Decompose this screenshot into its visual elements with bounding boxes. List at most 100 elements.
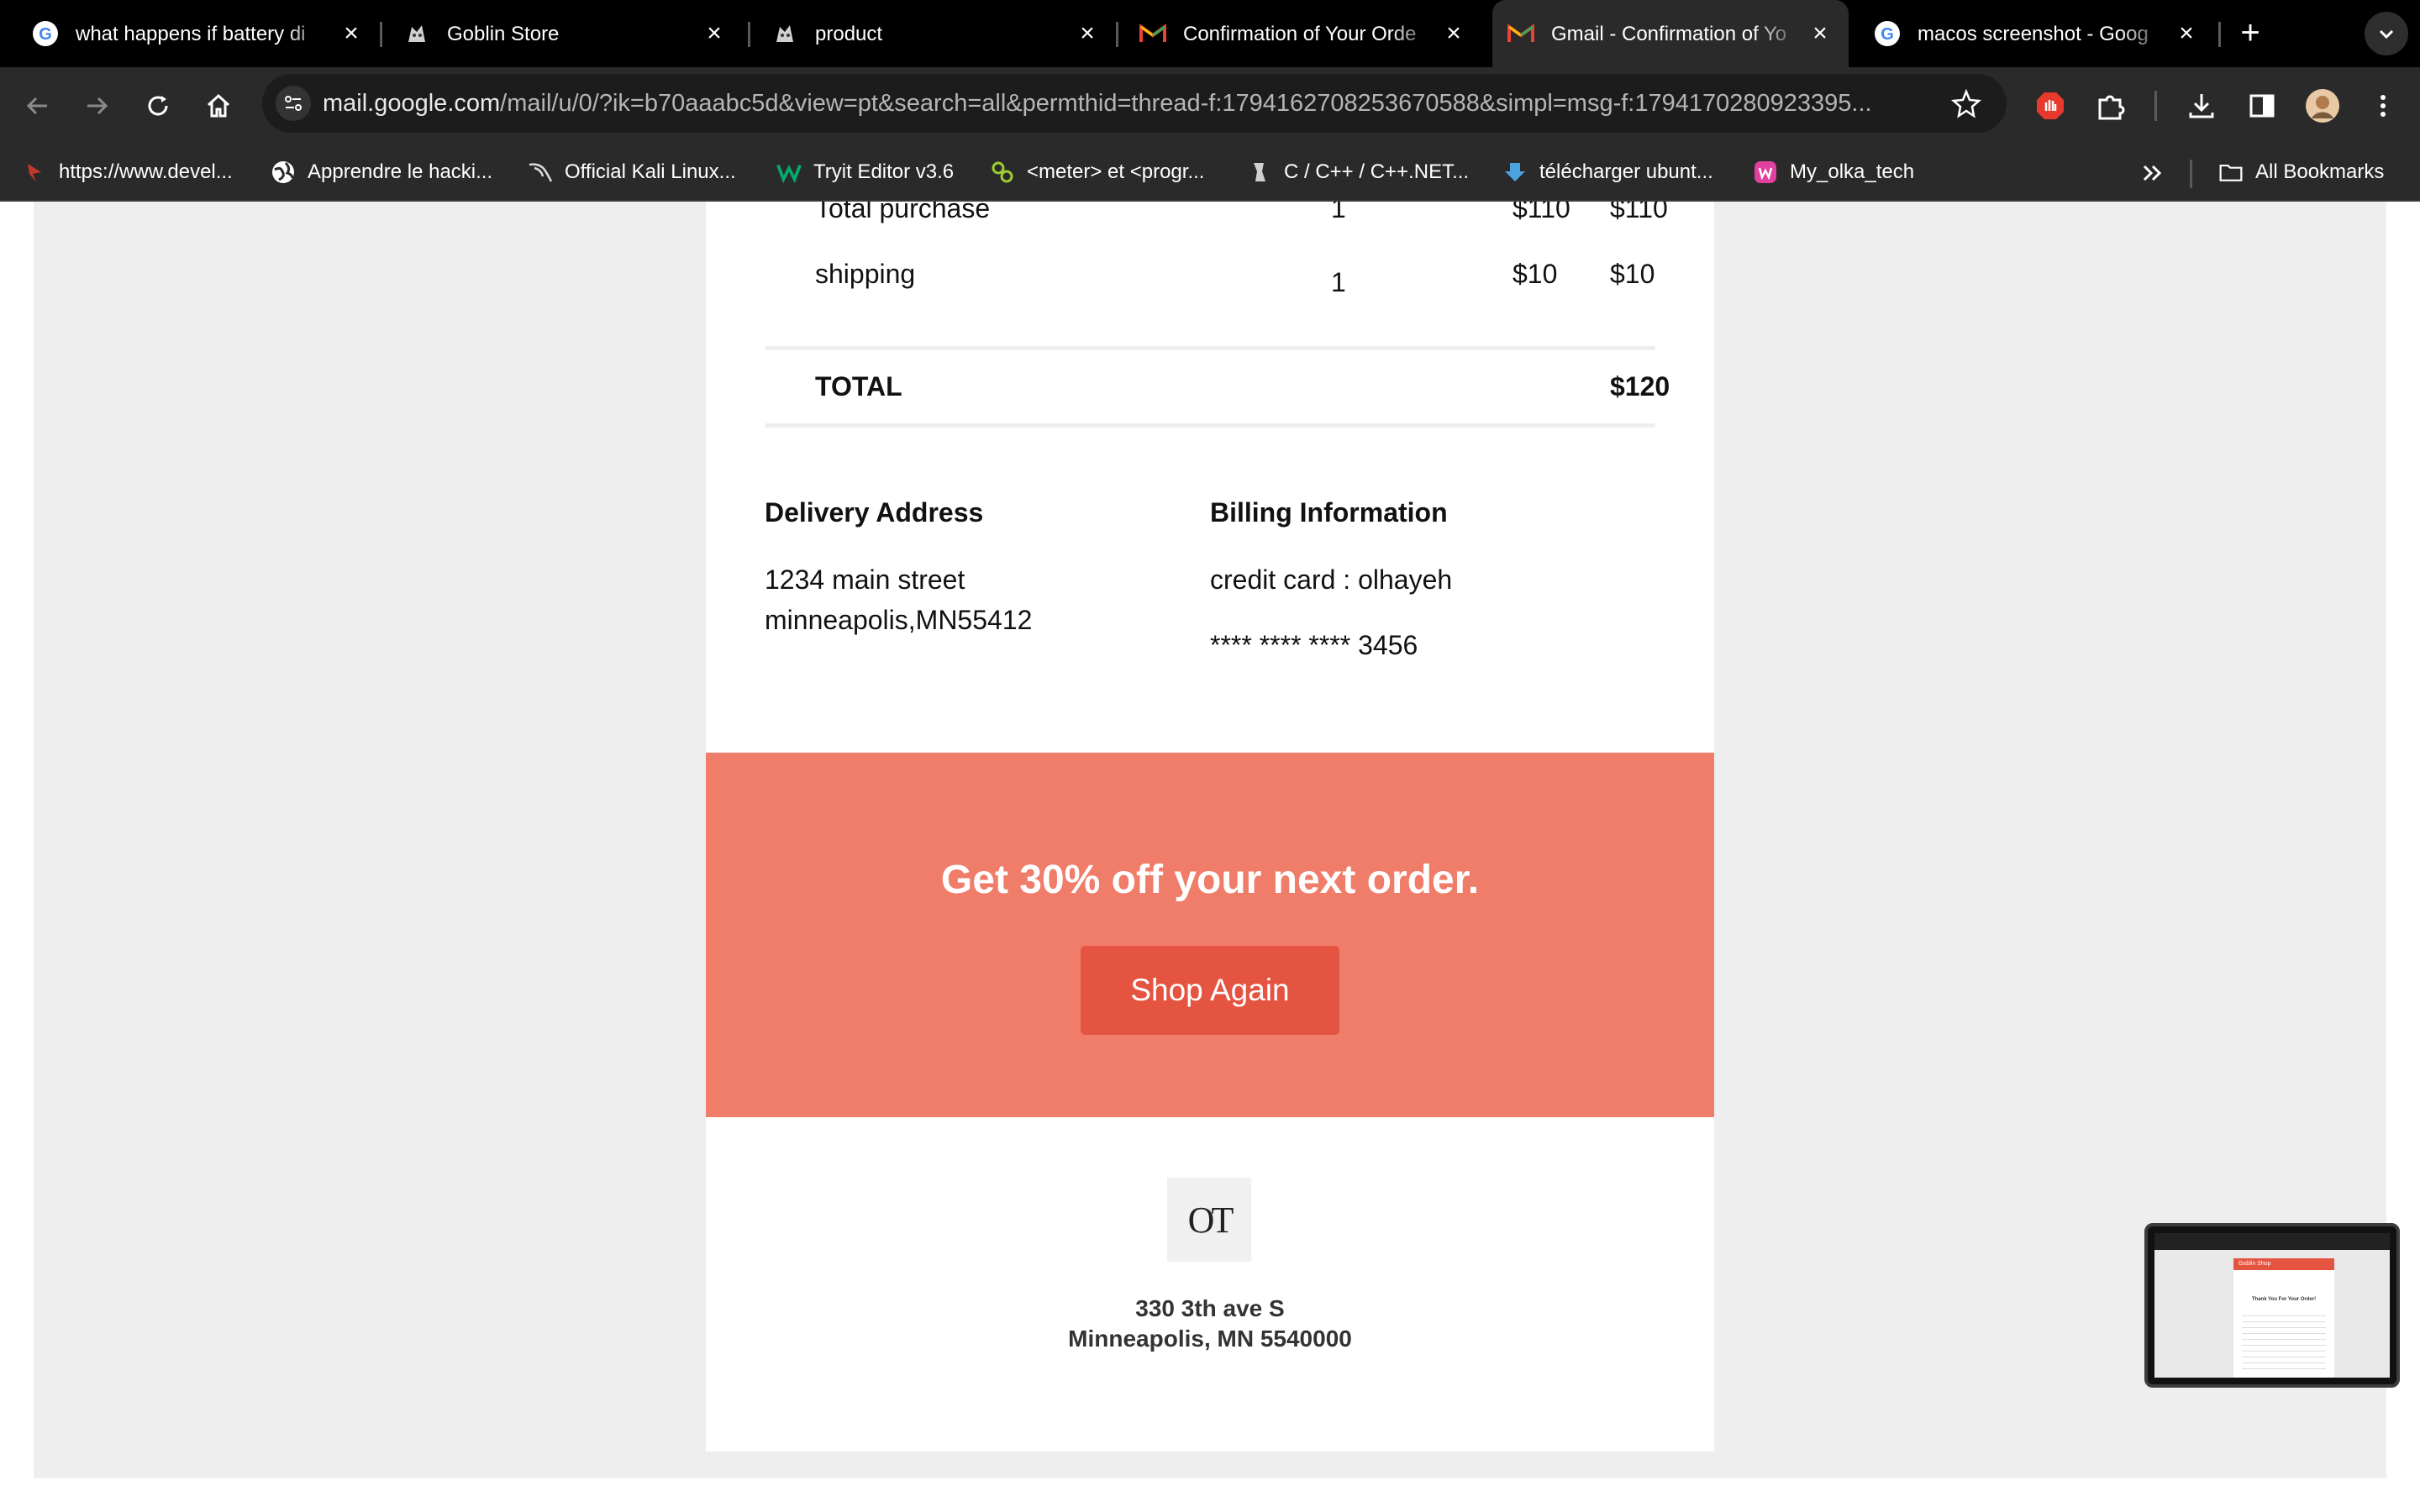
- bookmark-label: Official Kali Linux...: [565, 160, 736, 183]
- bookmark-label: C / C++ / C++.NET...: [1284, 160, 1470, 183]
- delivery-line: minneapolis,MN55412: [765, 605, 1033, 635]
- globe-icon: [271, 160, 296, 185]
- bookmark-label: <meter> et <progr...: [1027, 160, 1205, 183]
- total-value: $120: [1610, 371, 1670, 402]
- w3-icon: [776, 160, 802, 185]
- page-viewport[interactable]: Total purchase 1 $110 $110 shipping 1 $1…: [34, 202, 2386, 1478]
- back-button[interactable]: [17, 86, 57, 126]
- download-arrow-icon: [1502, 160, 1528, 185]
- promo-title: Get 30% off your next order.: [940, 858, 1480, 902]
- bookmark-label: télécharger ubunt...: [1539, 160, 1713, 183]
- close-tab-icon[interactable]: ×: [1807, 20, 1833, 47]
- close-tab-icon[interactable]: ×: [1074, 20, 1101, 47]
- reload-icon: [148, 96, 168, 116]
- adblock-extension-button[interactable]: [2030, 86, 2070, 126]
- download-icon: [2189, 94, 2214, 118]
- google-icon: G: [1874, 20, 1901, 47]
- downloads-button[interactable]: [2181, 86, 2222, 126]
- delivery-line: 1234 main street: [765, 564, 965, 595]
- screenshot-thumbnail[interactable]: Goblin Shop Thank You For Your Order!: [2144, 1223, 2400, 1388]
- gmail-icon: [1507, 20, 1534, 47]
- bookmark-item[interactable]: Official Kali Linux...: [528, 155, 736, 190]
- total-top-divider: [765, 346, 1655, 350]
- folder-icon: [2218, 160, 2244, 185]
- tab-battery-search[interactable]: G what happens if battery di ×: [17, 0, 370, 67]
- tab-macos-screenshot[interactable]: G macos screenshot - Goog ×: [1859, 0, 2212, 67]
- google-icon: G: [32, 20, 59, 47]
- side-panel-button[interactable]: [2242, 86, 2282, 126]
- tab-separator: [1116, 22, 1118, 47]
- extensions-button[interactable]: [2091, 86, 2131, 126]
- store-logo: OT: [1167, 1178, 1251, 1262]
- reload-button[interactable]: [138, 86, 178, 126]
- profile-avatar[interactable]: [2302, 86, 2343, 126]
- bookmark-item[interactable]: My_olka_tech: [1753, 155, 1914, 190]
- close-tab-icon[interactable]: ×: [338, 20, 365, 47]
- order-row-price: $110: [1512, 202, 1570, 223]
- address-bar[interactable]: mail.google.com/mail/u/0/?ik=b70aaabc5d&…: [262, 74, 2007, 133]
- tab-title: product: [815, 23, 883, 45]
- thumbnail-body-text: Thank You For Your Order!: [2251, 1297, 2317, 1302]
- bookmark-item[interactable]: <meter> et <progr...: [990, 155, 1204, 190]
- new-tab-button[interactable]: +: [2230, 13, 2270, 54]
- tab-goblin-store[interactable]: Goblin Store ×: [388, 0, 741, 67]
- bookmark-label: https://www.devel...: [59, 160, 233, 183]
- tab-gmail-confirmation[interactable]: Gmail - Confirmation of Yo ×: [1492, 0, 1849, 67]
- bookmark-item[interactable]: Tryit Editor v3.6: [776, 155, 954, 190]
- all-bookmarks-button[interactable]: All Bookmarks: [2218, 155, 2384, 190]
- tab-title: Gmail - Confirmation of Yo: [1551, 23, 1787, 45]
- close-tab-icon[interactable]: ×: [701, 20, 728, 47]
- shop-again-button[interactable]: Shop Again: [1081, 946, 1339, 1035]
- app-icon: [1753, 160, 1778, 185]
- menu-button[interactable]: [2363, 86, 2403, 126]
- thumbnail-browser-bar: [2154, 1233, 2390, 1250]
- kali-dragon-icon: [528, 160, 553, 185]
- svg-text:G: G: [1881, 25, 1894, 44]
- tab-separator: [2218, 22, 2221, 47]
- url-domain: mail.google.com: [323, 90, 501, 117]
- tab-separator: [380, 22, 382, 47]
- bookmarks-bar: https://www.devel... Apprendre le hacki.…: [0, 144, 2420, 202]
- forward-button[interactable]: [77, 86, 118, 126]
- email-body: Total purchase 1 $110 $110 shipping 1 $1…: [706, 202, 1714, 1452]
- gmail-icon: [1139, 20, 1166, 47]
- thumbnail-header: Goblin Shop: [2233, 1258, 2334, 1270]
- home-icon: [207, 93, 230, 118]
- tab-title: Confirmation of Your Orde: [1183, 23, 1417, 45]
- bookmark-label: My_olka_tech: [1790, 160, 1915, 183]
- home-button[interactable]: [198, 86, 239, 126]
- tab-product[interactable]: product ×: [756, 0, 1109, 67]
- svg-text:G: G: [39, 25, 52, 44]
- bookmark-star-icon[interactable]: [1949, 87, 1983, 121]
- order-row-item: shipping: [815, 259, 916, 289]
- openclassrooms-icon: [990, 160, 1015, 185]
- bookmark-item[interactable]: https://www.devel...: [22, 155, 233, 190]
- tab-title: Goblin Store: [447, 23, 560, 45]
- kebab-menu-icon: [2381, 95, 2386, 117]
- total-bottom-divider: [765, 423, 1655, 428]
- side-panel-icon: [2249, 94, 2275, 118]
- order-row-amount: $10: [1610, 259, 1655, 289]
- total-label: TOTAL: [815, 371, 902, 402]
- arrow-right-icon: [87, 97, 108, 115]
- bookmark-item[interactable]: C / C++ / C++.NET...: [1247, 155, 1469, 190]
- promo-banner: [706, 753, 1714, 1117]
- footer-address-line: 330 3th ave S: [1135, 1295, 1285, 1321]
- tab-confirmation-order[interactable]: Confirmation of Your Orde ×: [1124, 0, 1477, 67]
- billing-line: **** **** **** 3456: [1210, 630, 1418, 660]
- bookmark-item[interactable]: télécharger ubunt...: [1502, 155, 1713, 190]
- tab-search-button[interactable]: [2365, 12, 2408, 55]
- logo-text: OT: [1187, 1199, 1234, 1241]
- tab-separator: [748, 22, 750, 47]
- close-tab-icon[interactable]: ×: [1440, 20, 1467, 47]
- bookmark-item[interactable]: Apprendre le hacki...: [271, 155, 492, 190]
- billing-line: credit card : olhayeh: [1210, 564, 1453, 595]
- bookmarks-divider: [2190, 160, 2192, 188]
- toolbar: mail.google.com/mail/u/0/?ik=b70aaabc5d&…: [0, 67, 2420, 144]
- developpez-icon: [1247, 160, 1272, 185]
- site-info-icon[interactable]: [276, 86, 311, 121]
- more-bookmarks-chevron-icon[interactable]: [2136, 158, 2170, 188]
- goblin-icon: [403, 20, 430, 47]
- close-tab-icon[interactable]: ×: [2173, 20, 2200, 47]
- tab-strip: G what happens if battery di × Goblin St…: [0, 0, 2420, 67]
